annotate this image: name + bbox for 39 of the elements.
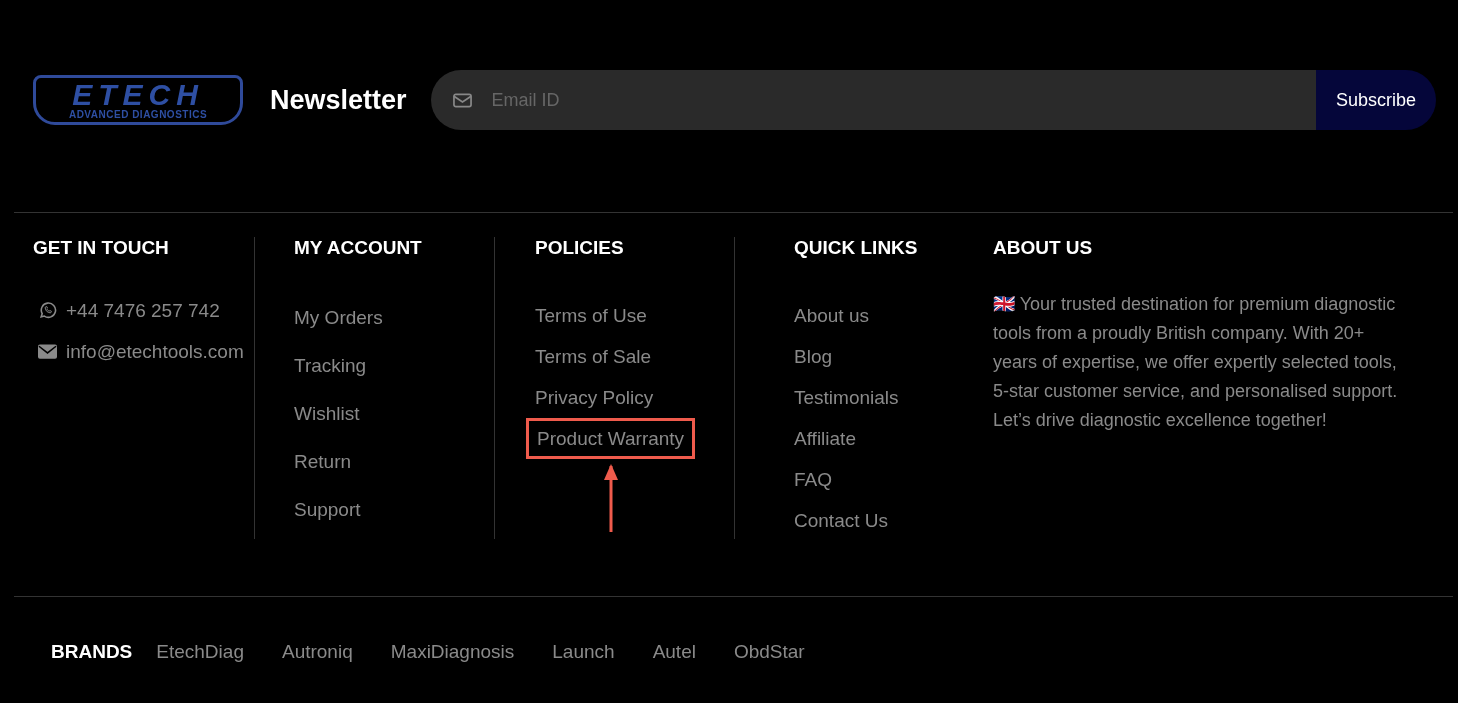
brand-link[interactable]: MaxiDiagnosis <box>390 641 515 663</box>
column-heading: MY ACCOUNT <box>294 237 423 259</box>
footer-link[interactable]: Terms of Sale <box>535 336 652 377</box>
brand-link[interactable]: EtechDiag <box>156 641 244 663</box>
footer-link[interactable]: Privacy Policy <box>535 377 654 418</box>
footer-link[interactable]: Support <box>294 486 361 534</box>
column-heading: POLICIES <box>535 237 625 259</box>
footer-link[interactable]: Return <box>294 438 352 486</box>
subscribe-button[interactable]: Subscribe <box>1315 70 1436 130</box>
brand-link[interactable]: Autel <box>652 641 696 663</box>
footer-link[interactable]: Testimonials <box>794 377 899 418</box>
footer-link[interactable]: Contact Us <box>794 500 888 541</box>
logo-wordmark: ETECH <box>72 80 204 109</box>
newsletter-title: Newsletter <box>270 84 407 116</box>
footer-link[interactable]: About us <box>794 295 869 336</box>
brand-link[interactable]: Autroniq <box>281 641 353 663</box>
mail-icon <box>452 92 472 108</box>
footer-link[interactable]: Wishlist <box>294 390 360 438</box>
arrow-annotation <box>601 462 620 532</box>
footer-link[interactable]: My Orders <box>294 294 383 342</box>
brands-label: BRANDS <box>51 641 133 663</box>
brand-link[interactable]: Launch <box>552 641 615 663</box>
contact-text: info@etechtools.com <box>66 340 244 363</box>
mail-icon <box>38 344 57 359</box>
whatsapp-icon <box>38 301 57 320</box>
footer-link[interactable]: Affiliate <box>794 418 856 459</box>
logo-tagline: ADVANCED DIAGNOSTICS <box>68 108 208 120</box>
about-text: 🇬🇧 Your trusted destination for premium diagnostic tools from a proudly British company. With 20+ years of expertise, we offer expertly selected tools, 5-star customer service, and personalised support. Let’s drive diagnostic excellence together! <box>993 293 1399 432</box>
footer-link[interactable]: Blog <box>794 336 833 377</box>
email-field[interactable]: Email ID <box>430 70 1316 130</box>
footer-link[interactable]: Terms of Use <box>535 295 647 336</box>
column-heading: QUICK LINKS <box>794 237 919 259</box>
footer-link[interactable]: FAQ <box>794 459 832 500</box>
contact-text: +44 7476 257 742 <box>66 299 220 322</box>
column-heading: ABOUT US <box>993 237 1094 259</box>
email-input[interactable]: Email ID <box>489 88 1316 112</box>
footer-link[interactable]: Tracking <box>294 342 367 390</box>
brand-link[interactable]: ObdStar <box>733 641 805 663</box>
column-heading: GET IN TOUCH <box>33 237 170 259</box>
